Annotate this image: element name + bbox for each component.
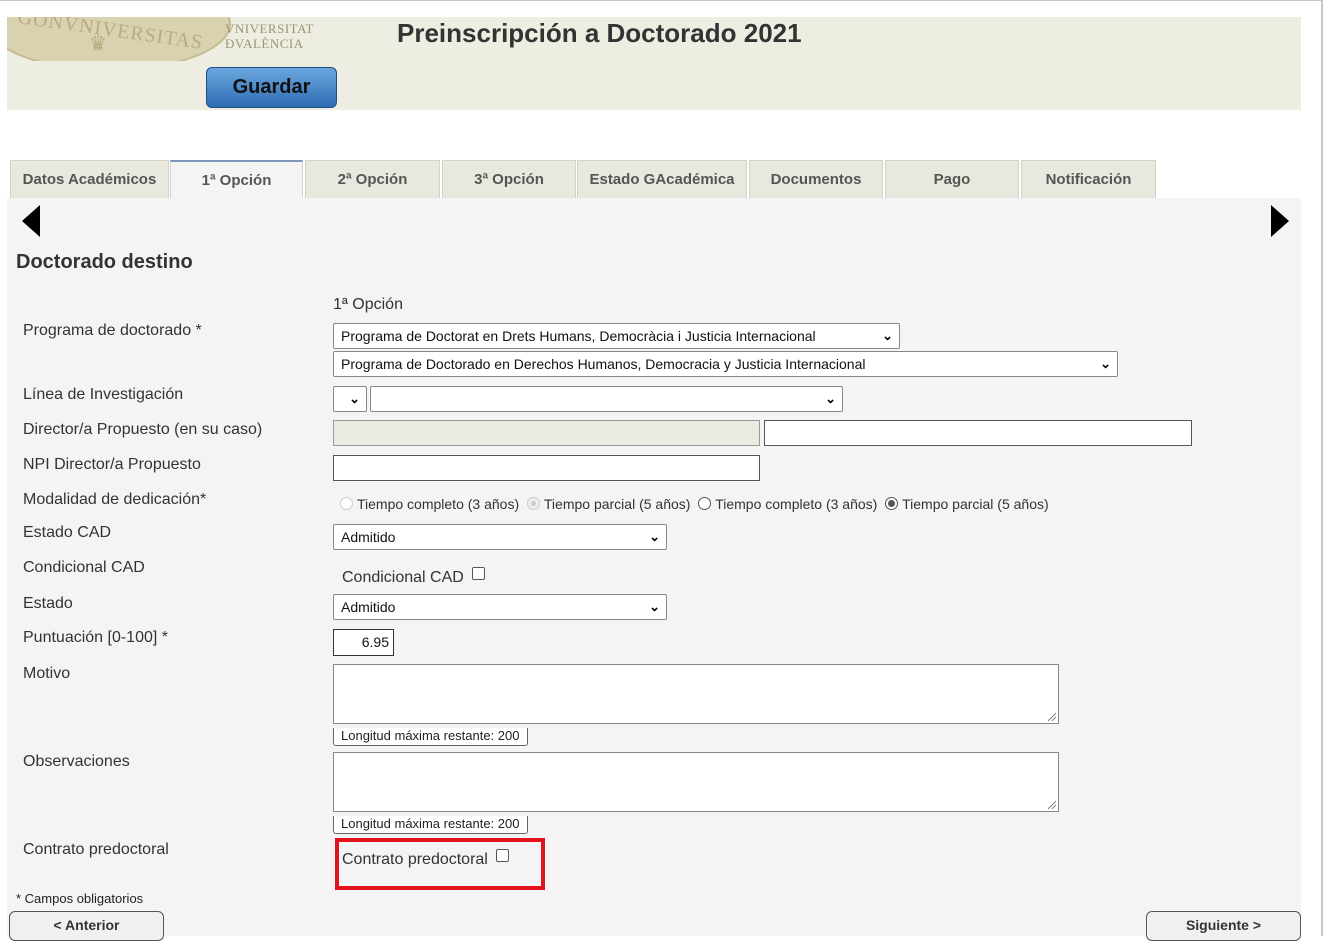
tab-notificacion[interactable]: Notificación [1021, 160, 1156, 198]
university-name-line2: ĐVALÈNCIA [225, 36, 304, 51]
condicional-cad-label: Condicional CAD [23, 559, 145, 576]
form-panel [7, 198, 1301, 936]
crown-icon: ♛ [89, 33, 107, 55]
tab-pago[interactable]: Pago [885, 160, 1019, 198]
programa-value-es: Programa de Doctorado en Derechos Humano… [341, 356, 866, 372]
programa-select-es[interactable]: Programa de Doctorado en Derechos Humano… [333, 351, 1118, 377]
motivo-counter: Longitud máxima restante: 200 [333, 728, 528, 746]
observaciones-label: Observaciones [23, 753, 130, 770]
estado-select[interactable]: Admitido ⌄ [333, 594, 667, 620]
npi-field[interactable] [333, 455, 760, 481]
next-button[interactable]: Siguiente > [1146, 911, 1301, 941]
university-logo: GONVNIVERSITAS ♛ VNIVERSITAT ĐVALÈNCIA [7, 17, 347, 61]
radio-completo-disabled [340, 497, 353, 510]
chevron-down-icon: ⌄ [649, 529, 660, 544]
resize-handle-icon[interactable] [1048, 801, 1056, 809]
linea-select[interactable]: ⌄ [370, 386, 843, 412]
highlight-box [335, 838, 545, 890]
tab-estado-gacademica[interactable]: Estado GAcadémica [577, 160, 747, 198]
previous-arrow-icon[interactable] [22, 205, 40, 237]
radio-parcial[interactable] [885, 497, 899, 510]
contrato-label: Contrato predoctoral [23, 841, 169, 858]
estado-cad-select[interactable]: Admitido ⌄ [333, 524, 667, 550]
motivo-textarea[interactable] [333, 664, 1059, 724]
section-title: Doctorado destino [16, 251, 193, 273]
condicional-cad-checkbox-label: Condicional CAD [342, 569, 464, 586]
chevron-down-icon: ⌄ [349, 391, 360, 406]
condicional-cad-checkbox-wrap: Condicional CAD [342, 567, 485, 587]
resize-handle-icon[interactable] [1048, 713, 1056, 721]
puntuacion-field[interactable]: 6.95 [333, 629, 394, 656]
tab-datos-academicos[interactable]: Datos Académicos [10, 160, 169, 198]
chevron-down-icon: ⌄ [1100, 356, 1111, 371]
tab-opcion-1[interactable]: 1ª Opción [170, 160, 303, 198]
page-title: Preinscripción a Doctorado 2021 [397, 18, 802, 48]
puntuacion-label: Puntuación [0-100] * [23, 629, 168, 646]
required-fields-note: * Campos obligatorios [16, 891, 144, 906]
radio-label: Tiempo completo (3 años) [357, 496, 520, 512]
estado-label: Estado [23, 595, 73, 612]
radio-label: Tiempo completo (3 años) [715, 496, 878, 512]
motivo-label: Motivo [23, 665, 71, 682]
programa-label: Programa de doctorado * [23, 322, 202, 339]
estado-value: Admitido [341, 599, 396, 615]
chevron-down-icon: ⌄ [825, 391, 836, 406]
tab-documentos[interactable]: Documentos [749, 160, 883, 198]
save-button[interactable]: Guardar [206, 67, 337, 108]
programa-value-va: Programa de Doctorat en Drets Humans, De… [341, 328, 816, 344]
estado-cad-value: Admitido [341, 529, 396, 545]
radio-completo[interactable] [698, 497, 712, 510]
option-column-header: 1ª Opción [333, 296, 403, 313]
linea-code-select[interactable]: ⌄ [333, 386, 367, 412]
radio-parcial-disabled [526, 497, 540, 510]
modalidad-label: Modalidad de dedicación* [23, 491, 207, 508]
npi-label: NPI Director/a Propuesto [23, 456, 201, 473]
director-name-field[interactable] [764, 420, 1192, 446]
observaciones-textarea[interactable] [333, 752, 1059, 812]
programa-select-va[interactable]: Programa de Doctorat en Drets Humans, De… [333, 323, 900, 349]
radio-label: Tiempo parcial (5 años) [543, 496, 691, 512]
tab-opcion-3[interactable]: 3ª Opción [442, 160, 576, 198]
condicional-cad-checkbox[interactable] [471, 567, 485, 580]
chevron-down-icon: ⌄ [649, 599, 660, 614]
chevron-down-icon: ⌄ [882, 328, 893, 343]
linea-label: Línea de Investigación [23, 386, 184, 403]
previous-button[interactable]: < Anterior [9, 911, 164, 941]
modalidad-radio-group: Tiempo completo (3 años) Tiempo parcial … [340, 496, 1049, 512]
university-name-line1: VNIVERSITAT [225, 21, 314, 36]
estado-cad-label: Estado CAD [23, 524, 112, 541]
next-arrow-icon[interactable] [1271, 205, 1289, 237]
page-header: GONVNIVERSITAS ♛ VNIVERSITAT ĐVALÈNCIA P… [7, 17, 1301, 110]
director-code-field [333, 420, 760, 446]
director-label: Director/a Propuesto (en su caso) [23, 421, 263, 438]
observaciones-counter: Longitud máxima restante: 200 [333, 816, 528, 834]
radio-label: Tiempo parcial (5 años) [902, 496, 1049, 512]
top-border [0, 0, 1323, 1]
university-name: VNIVERSITAT ĐVALÈNCIA [225, 21, 314, 51]
tab-opcion-2[interactable]: 2ª Opción [305, 160, 440, 198]
